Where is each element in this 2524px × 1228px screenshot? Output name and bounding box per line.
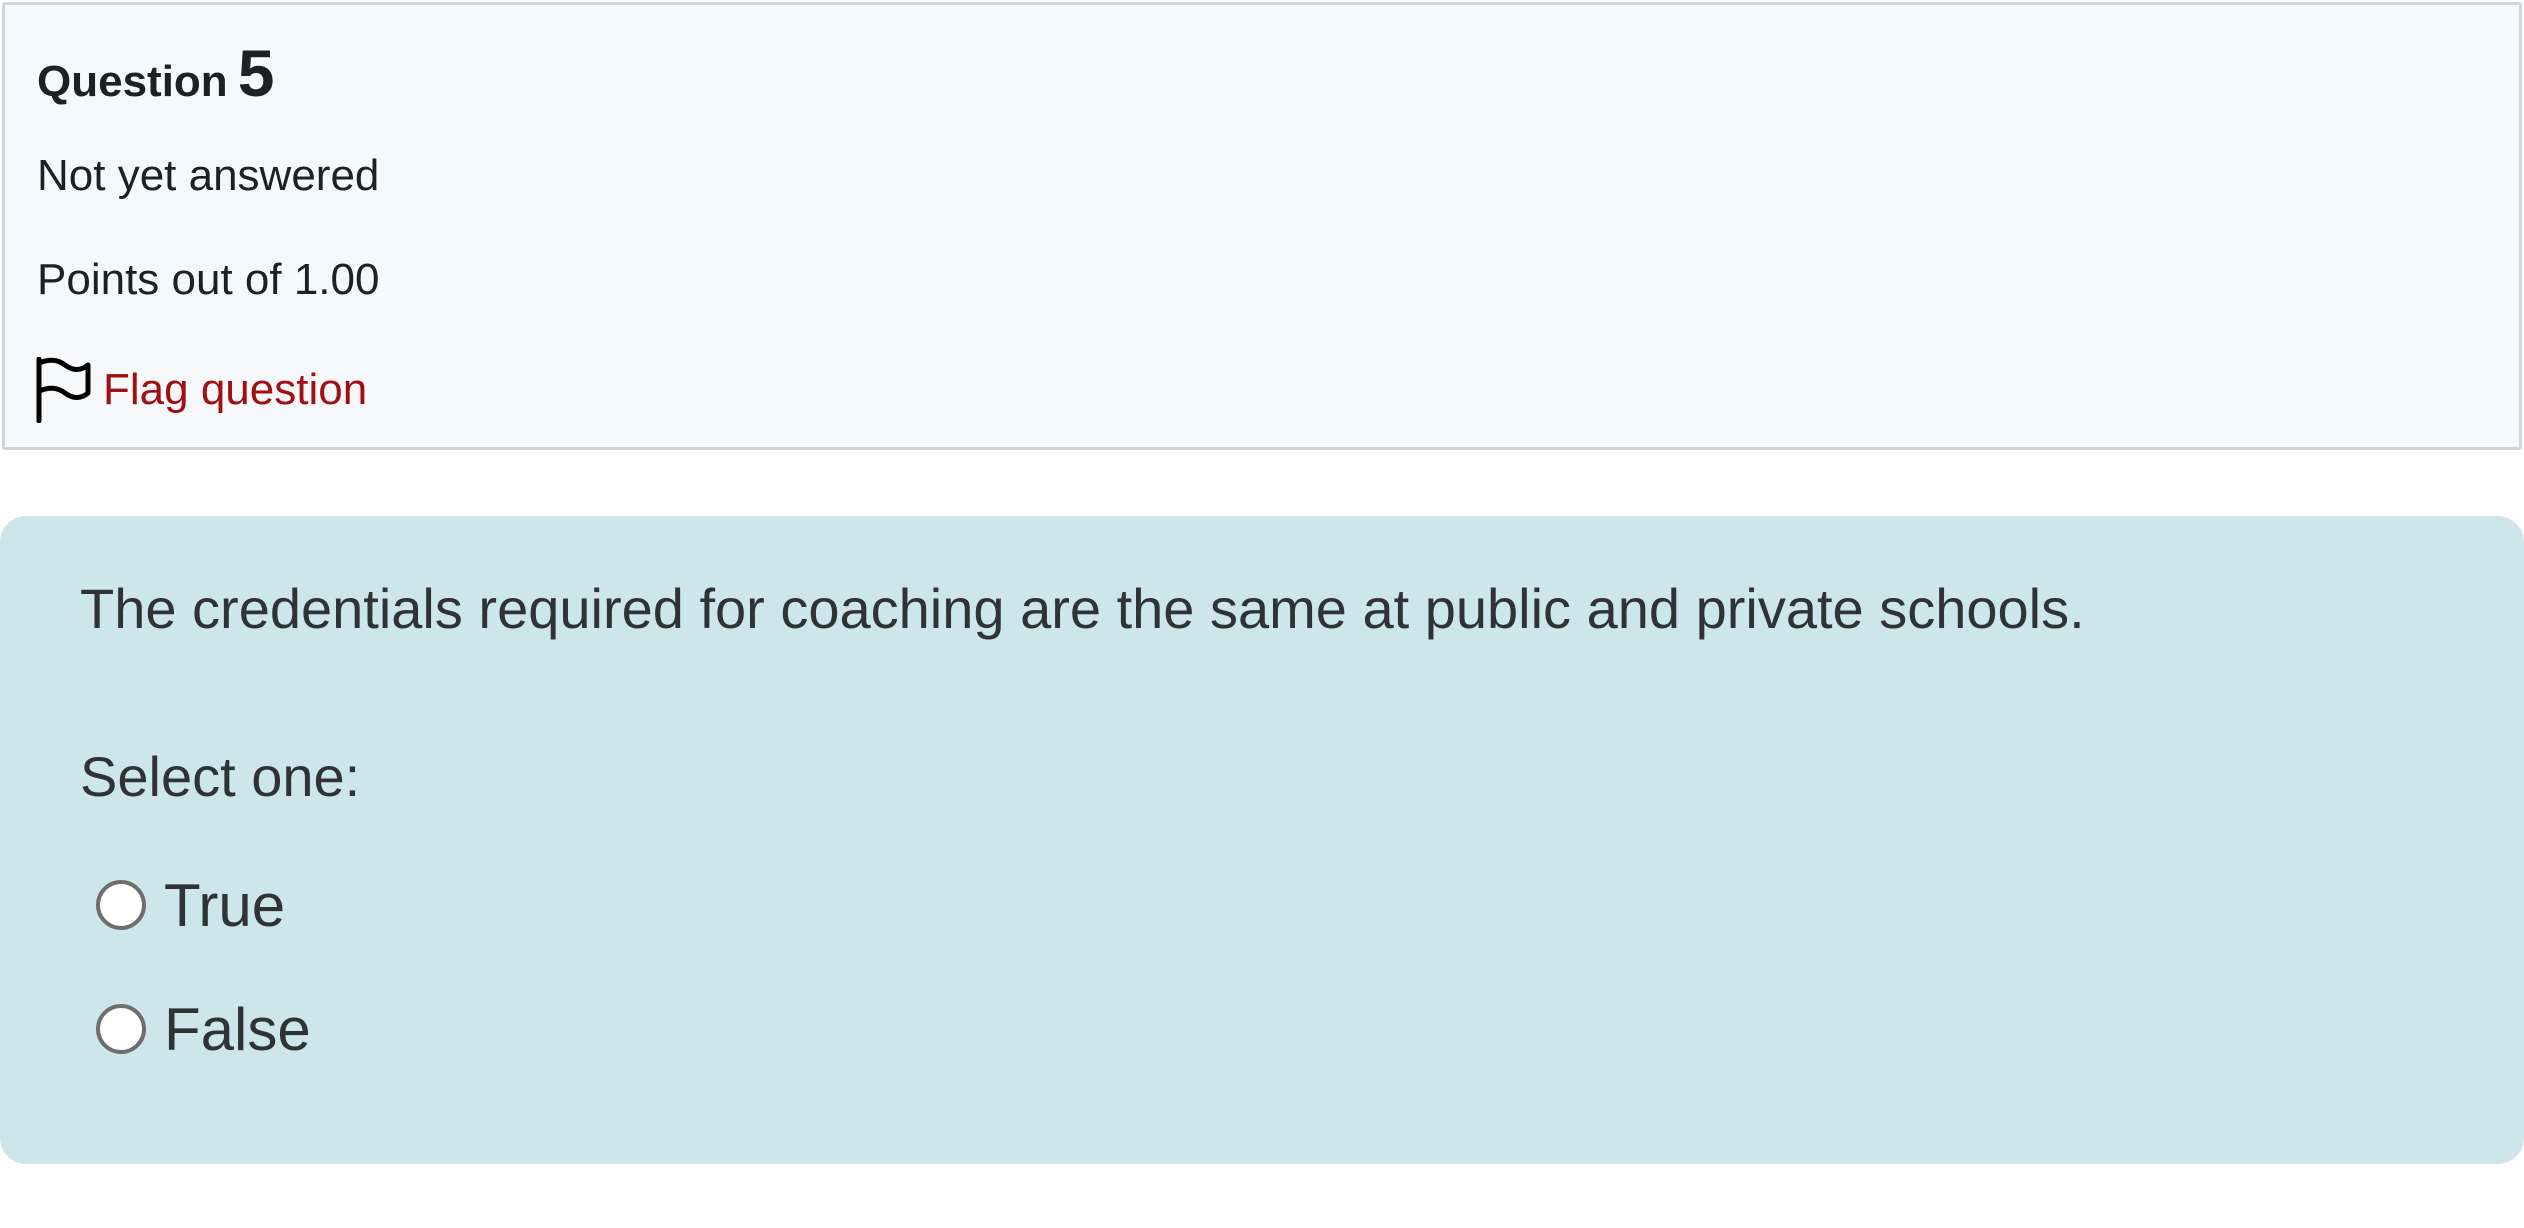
flag-icon[interactable] <box>35 357 91 423</box>
question-info-panel: Question 5 Not yet answered Points out of… <box>2 2 2522 450</box>
question-label: Question <box>37 57 228 106</box>
question-content-panel: The credentials required for coaching ar… <box>0 516 2524 1164</box>
answer-option-label[interactable]: True <box>164 871 285 940</box>
answer-option-false[interactable]: False <box>96 994 311 1064</box>
question-number: 5 <box>237 36 275 110</box>
question-state: Not yet answered <box>37 151 380 200</box>
radio-false[interactable] <box>96 1004 146 1054</box>
flag-question-link[interactable]: Flag question <box>103 365 367 415</box>
answer-prompt: Select one: <box>80 745 361 808</box>
radio-true[interactable] <box>96 880 146 930</box>
question-grade: Points out of 1.00 <box>37 255 380 304</box>
flag-question-button[interactable]: Flag question <box>35 357 367 423</box>
question-text: The credentials required for coaching ar… <box>80 577 2085 640</box>
answer-option-label[interactable]: False <box>164 995 311 1064</box>
answer-option-true[interactable]: True <box>96 870 285 940</box>
question-heading: Question 5 <box>37 35 274 111</box>
